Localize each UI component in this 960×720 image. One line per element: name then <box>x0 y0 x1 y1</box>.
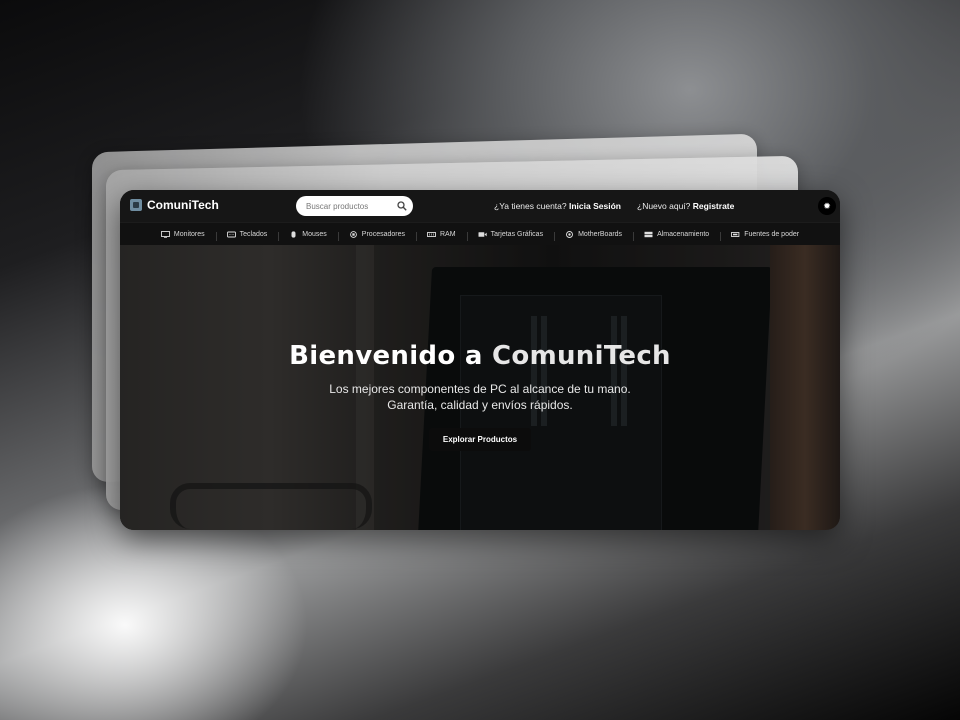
nav-item-ram[interactable]: RAM <box>416 230 467 241</box>
category-nav: Monitores Teclados Mouses Procesadores R… <box>120 222 840 245</box>
hero-section: Bienvenido a ComuniTech Los mejores comp… <box>120 245 840 530</box>
gpu-icon <box>478 231 487 237</box>
chip-logo-icon <box>130 199 142 211</box>
ram-icon <box>427 231 436 237</box>
cpu-icon <box>349 230 357 238</box>
mouse-icon <box>291 230 296 238</box>
nav-item-teclados[interactable]: Teclados <box>215 230 279 241</box>
nav-item-tarjetas-graficas[interactable]: Tarjetas Gráficas <box>466 230 555 241</box>
hero-title-brand: ComuniTech <box>492 341 671 371</box>
nav-item-fuentes-de-poder[interactable]: Fuentes de poder <box>720 230 810 241</box>
brand-name: ComuniTech <box>147 198 219 212</box>
search-input[interactable] <box>304 200 398 212</box>
login-link[interactable]: Inicia Sesión <box>569 201 621 211</box>
nav-item-label: Fuentes de poder <box>744 230 800 238</box>
monitor-icon <box>160 230 170 238</box>
storage-icon <box>644 231 653 237</box>
explore-products-button[interactable]: Explorar Productos <box>428 428 532 451</box>
login-prompt: ¿Ya tienes cuenta? Inicia Sesión <box>494 201 621 211</box>
hero-subtitle-line2: Garantía, calidad y envíos rápidos. <box>387 398 573 412</box>
nav-item-label: RAM <box>440 230 456 238</box>
nav-item-monitores[interactable]: Monitores <box>150 231 216 238</box>
register-prompt: ¿Nuevo aquí? Registrate <box>637 201 734 211</box>
nav-item-label: Monitores <box>173 230 205 238</box>
nav-item-mouses[interactable]: Mouses <box>278 230 338 241</box>
register-link[interactable]: Registrate <box>693 201 735 211</box>
nav-item-motherboards[interactable]: MotherBoards <box>554 230 633 241</box>
theme-toggle-button[interactable]: ✹ <box>818 197 836 215</box>
hero-content: Bienvenido a ComuniTech Los mejores comp… <box>120 341 840 451</box>
hero-subtitle-line1: Los mejores componentes de PC al alcance… <box>329 382 631 396</box>
nav-item-procesadores[interactable]: Procesadores <box>337 230 416 241</box>
nav-item-label: Tarjetas Gráficas <box>490 230 544 238</box>
nav-item-label: Procesadores <box>361 230 405 238</box>
sun-icon: ✹ <box>823 200 831 211</box>
search-box <box>296 196 413 216</box>
nav-item-label: Teclados <box>239 230 268 238</box>
keyboard-icon <box>226 231 236 237</box>
browser-window: ComuniTech ¿Ya tienes cuenta? Inicia Ses… <box>120 190 840 530</box>
search-icon[interactable] <box>397 201 407 211</box>
hero-title: Bienvenido a ComuniTech <box>120 341 840 371</box>
register-prompt-text: ¿Nuevo aquí? <box>637 201 691 211</box>
power-supply-icon <box>731 231 740 237</box>
motherboard-icon <box>566 230 574 238</box>
nav-item-label: Almacenamiento <box>657 230 710 238</box>
brand-logo-link[interactable]: ComuniTech <box>130 198 219 212</box>
top-header: ComuniTech ¿Ya tienes cuenta? Inicia Ses… <box>120 190 840 222</box>
hero-subtitle: Los mejores componentes de PC al alcance… <box>120 381 840 413</box>
nav-item-label: MotherBoards <box>578 230 623 238</box>
nav-item-almacenamiento[interactable]: Almacenamiento <box>633 230 720 241</box>
login-prompt-text: ¿Ya tienes cuenta? <box>494 201 567 211</box>
nav-item-label: Mouses <box>302 230 327 238</box>
hero-title-prefix: Bienvenido a <box>289 341 493 371</box>
